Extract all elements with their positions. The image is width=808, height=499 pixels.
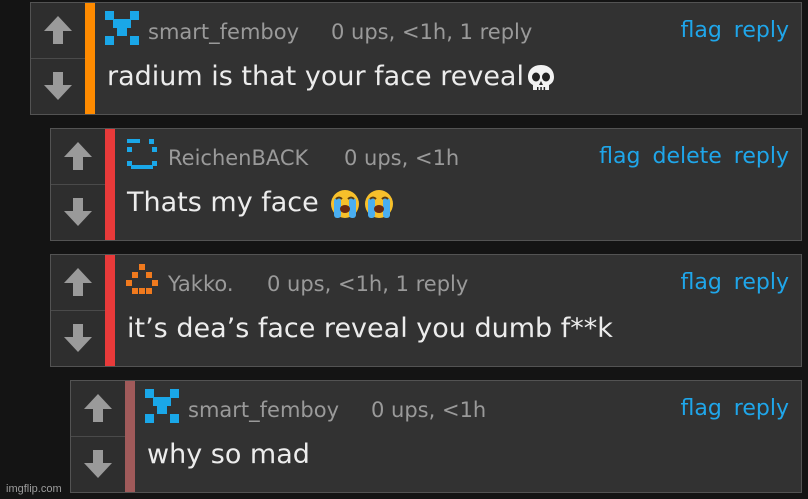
- username[interactable]: ReichenBACK: [168, 146, 308, 170]
- flag-link[interactable]: flag: [599, 144, 640, 169]
- upvote-button[interactable]: [31, 3, 85, 59]
- comment-text-row: it’s dea’s face reveal you dumb f**k: [127, 313, 613, 344]
- arrow-up-icon: [64, 142, 92, 171]
- thread-stripe: [105, 255, 115, 366]
- flag-link[interactable]: flag: [680, 270, 721, 295]
- reply-link[interactable]: reply: [734, 18, 789, 43]
- upvote-button[interactable]: [51, 255, 105, 311]
- reply-link[interactable]: reply: [734, 270, 789, 295]
- comment-text-row: radium is that your face reveal: [107, 61, 556, 93]
- arrow-up-icon: [64, 268, 92, 297]
- user-avatar[interactable]: [105, 11, 139, 45]
- comment-text: radium is that your face reveal: [107, 61, 524, 92]
- comment-meta: 0 ups, <1h, 1 reply: [331, 20, 533, 44]
- loudly-crying-face-icon: [365, 189, 394, 218]
- delete-link[interactable]: delete: [652, 144, 721, 169]
- imgflip-watermark: imgflip.com: [6, 483, 62, 495]
- downvote-button[interactable]: [51, 311, 105, 367]
- user-avatar[interactable]: [145, 389, 179, 423]
- comment-3: Yakko. 0 ups, <1h, 1 reply flag reply it…: [50, 254, 802, 367]
- thread-stripe: [105, 129, 115, 240]
- thread-stripe: [125, 381, 135, 492]
- skull-emoji-icon: [527, 64, 554, 90]
- arrow-down-icon: [84, 450, 112, 479]
- username[interactable]: smart_femboy: [148, 20, 299, 44]
- comment-text: why so mad: [147, 439, 310, 470]
- thread-stripe: [85, 3, 95, 114]
- vote-column: [51, 129, 106, 240]
- comment-meta: 0 ups, <1h: [344, 146, 460, 170]
- flag-link[interactable]: flag: [680, 396, 721, 421]
- user-avatar[interactable]: [125, 137, 159, 171]
- arrow-down-icon: [64, 324, 92, 353]
- upvote-button[interactable]: [51, 129, 105, 185]
- username[interactable]: Yakko.: [168, 272, 234, 296]
- arrow-up-icon: [84, 394, 112, 423]
- username[interactable]: smart_femboy: [188, 398, 339, 422]
- comment-text-row: why so mad: [147, 439, 310, 470]
- arrow-down-icon: [44, 72, 72, 101]
- reply-link[interactable]: reply: [734, 144, 789, 169]
- comment-text: Thats my face: [127, 187, 328, 218]
- user-avatar[interactable]: [125, 263, 159, 297]
- comment-meta: 0 ups, <1h: [371, 398, 487, 422]
- loudly-crying-face-icon: [331, 189, 360, 218]
- comment-2: ReichenBACK 0 ups, <1h flag delete reply…: [50, 128, 802, 241]
- vote-column: [31, 3, 86, 114]
- comment-text: it’s dea’s face reveal you dumb f**k: [127, 313, 613, 344]
- comment-1: smart_femboy 0 ups, <1h, 1 reply flag re…: [30, 2, 802, 115]
- flag-link[interactable]: flag: [680, 18, 721, 43]
- downvote-button[interactable]: [71, 437, 125, 493]
- arrow-down-icon: [64, 198, 92, 227]
- downvote-button[interactable]: [51, 185, 105, 241]
- comment-meta: 0 ups, <1h, 1 reply: [267, 272, 469, 296]
- downvote-button[interactable]: [31, 59, 85, 115]
- reply-link[interactable]: reply: [734, 396, 789, 421]
- vote-column: [71, 381, 126, 492]
- upvote-button[interactable]: [71, 381, 125, 437]
- comment-4: smart_femboy 0 ups, <1h flag reply why s…: [70, 380, 802, 493]
- arrow-up-icon: [44, 16, 72, 45]
- vote-column: [51, 255, 106, 366]
- comment-text-row: Thats my face: [127, 187, 395, 220]
